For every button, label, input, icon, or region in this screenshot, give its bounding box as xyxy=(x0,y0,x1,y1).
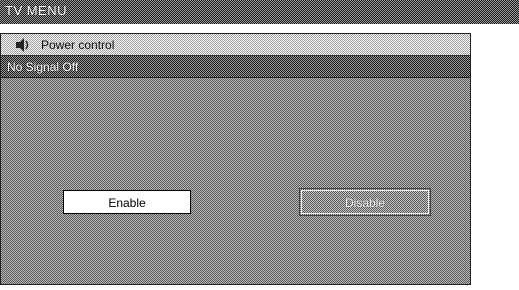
speaker-icon xyxy=(14,37,32,53)
panel-title: Power control xyxy=(41,38,115,52)
disable-button[interactable]: Disable xyxy=(299,188,431,216)
setting-row-no-signal-off: No Signal Off xyxy=(1,56,470,78)
options-area xyxy=(1,78,470,284)
menu-title: TV MENU xyxy=(5,3,67,18)
panel-header: Power control xyxy=(1,34,470,56)
power-control-panel: Power control No Signal Off Enable Disab… xyxy=(0,33,471,285)
menu-title-bar: TV MENU xyxy=(0,0,519,24)
enable-button[interactable]: Enable xyxy=(63,190,191,214)
setting-label: No Signal Off xyxy=(7,60,79,74)
